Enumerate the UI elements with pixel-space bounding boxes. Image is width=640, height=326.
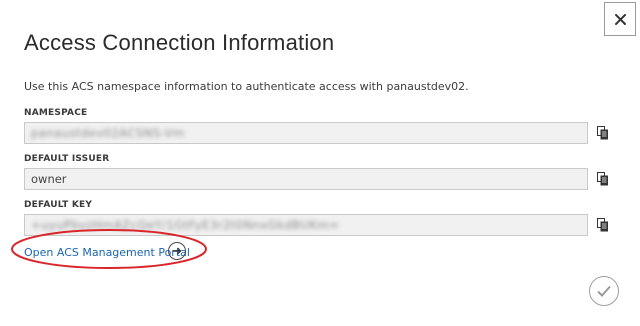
checkmark-icon (597, 285, 611, 297)
copy-icon (597, 172, 608, 186)
default-key-field[interactable]: +uyuPbvzHmAZcQeY/1GtFyE3r2t0NnxGkdBUKm= (24, 214, 588, 236)
dialog-title: Access Connection Information (24, 30, 335, 55)
confirm-button[interactable] (589, 276, 619, 306)
copy-icon (597, 218, 608, 232)
copy-default-issuer-button[interactable] (592, 168, 614, 190)
copy-default-key-button[interactable] (592, 214, 614, 236)
default-issuer-field[interactable]: owner (24, 168, 588, 190)
copy-icon (597, 126, 608, 140)
default-issuer-label: DEFAULT ISSUER (24, 154, 110, 164)
access-connection-dialog: Access Connection Information Use this A… (0, 0, 640, 326)
namespace-label: NAMESPACE (24, 108, 88, 118)
namespace-field[interactable]: panaustdev02ACSNS-Vm (24, 122, 588, 144)
default-issuer-value: owner (31, 172, 67, 186)
open-acs-portal-link[interactable]: Open ACS Management Portal (24, 246, 190, 259)
default-key-label: DEFAULT KEY (24, 200, 93, 210)
default-key-value: +uyuPbvzHmAZcQeY/1GtFyE3r2t0NnxGkdBUKm= (31, 218, 340, 232)
arrow-right-circle-icon (173, 247, 182, 255)
copy-namespace-button[interactable] (592, 122, 614, 144)
close-button[interactable] (604, 2, 636, 36)
close-icon (614, 13, 626, 25)
open-acs-portal-arrow-button[interactable] (168, 242, 186, 260)
dialog-description: Use this ACS namespace information to au… (24, 80, 469, 93)
namespace-value: panaustdev02ACSNS-Vm (31, 126, 185, 140)
